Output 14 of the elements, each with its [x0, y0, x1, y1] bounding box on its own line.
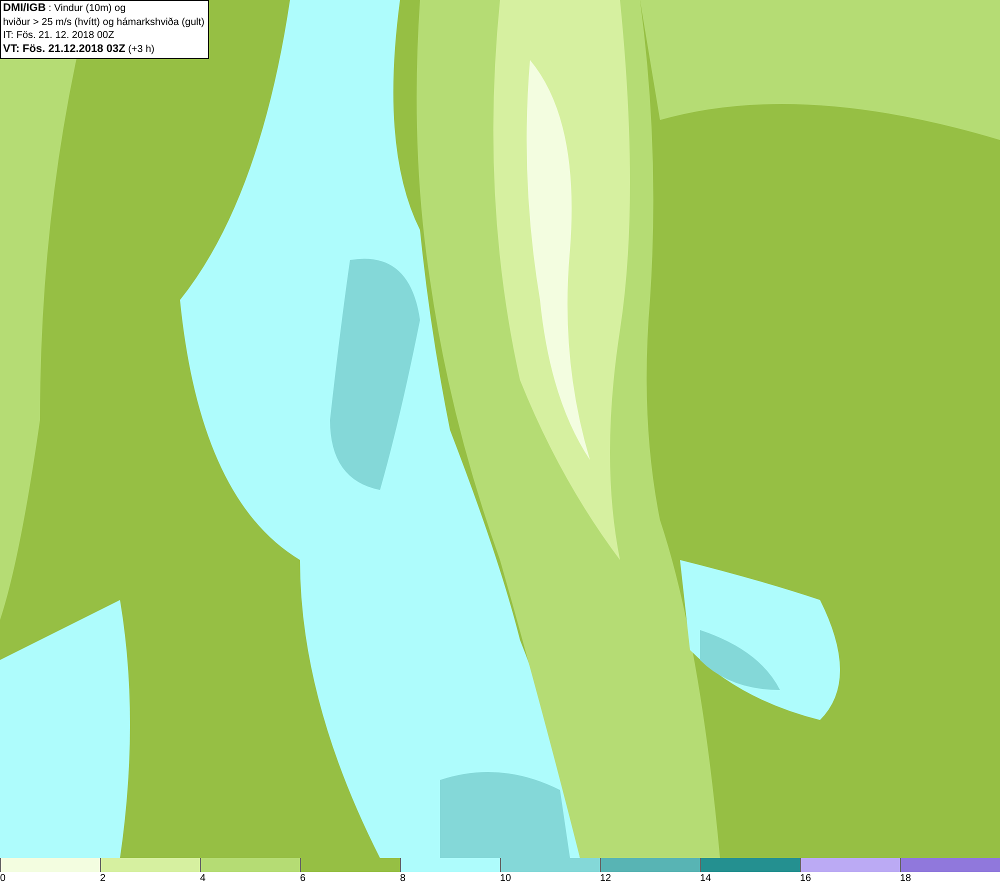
header-text: DMI/IGB : Vindur (10m) og — [3, 2, 127, 16]
header-text: hviður > 25 m/s (hvítt) og hámarkshviða (gult) — [3, 16, 204, 29]
header-text: IT: Fös. 21. 12. 2018 00Z — [3, 29, 116, 42]
legend-label: 6 — [300, 872, 306, 886]
legend-label: 12 — [600, 872, 612, 886]
legend-label: 2 — [100, 872, 106, 886]
legend-label: 8 — [400, 872, 406, 886]
legend-label: 4 — [200, 872, 206, 886]
legend-label: 10 — [500, 872, 512, 886]
legend-label: 18 — [900, 872, 912, 886]
header-text: VT: Fös. 21.12.2018 03Z (+3 h) — [3, 42, 156, 56]
legend-label: 14 — [700, 872, 712, 886]
legend-label: 0 — [0, 872, 6, 886]
legend-label: 16 — [800, 872, 812, 886]
